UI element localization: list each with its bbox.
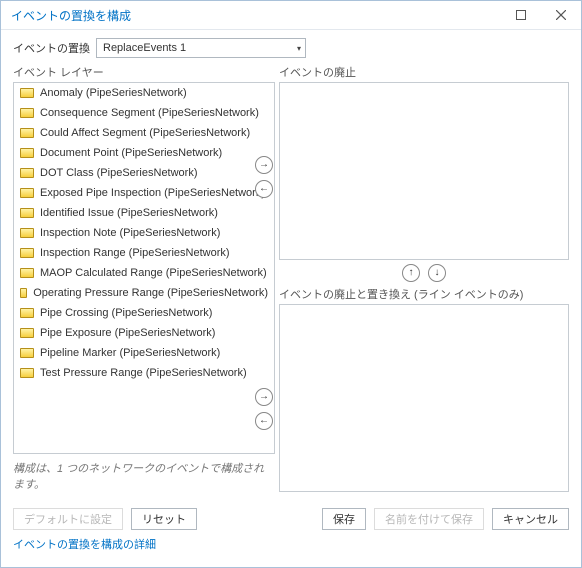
- title-bar: イベントの置換を構成: [1, 1, 581, 29]
- list-item-label: Document Point (PipeSeriesNetwork): [40, 147, 222, 159]
- list-item[interactable]: Pipeline Marker (PipeSeriesNetwork): [14, 343, 274, 363]
- list-item[interactable]: Test Pressure Range (PipeSeriesNetwork): [14, 363, 274, 383]
- replace-value: ReplaceEvents 1: [103, 42, 186, 54]
- move-right-bottom-button[interactable]: →: [255, 388, 273, 406]
- layer-icon: [20, 208, 34, 218]
- list-item[interactable]: Inspection Note (PipeSeriesNetwork): [14, 223, 274, 243]
- list-item[interactable]: MAOP Calculated Range (PipeSeriesNetwork…: [14, 263, 274, 283]
- list-item-label: Pipeline Marker (PipeSeriesNetwork): [40, 347, 220, 359]
- maximize-button[interactable]: [501, 1, 541, 29]
- layer-icon: [20, 268, 34, 278]
- list-item[interactable]: Pipe Crossing (PipeSeriesNetwork): [14, 303, 274, 323]
- layer-icon: [20, 368, 34, 378]
- cancel-button[interactable]: キャンセル: [492, 508, 569, 530]
- layer-icon: [20, 308, 34, 318]
- list-item-label: Pipe Exposure (PipeSeriesNetwork): [40, 327, 215, 339]
- move-left-top-button[interactable]: ←: [255, 180, 273, 198]
- list-item[interactable]: Could Affect Segment (PipeSeriesNetwork): [14, 123, 274, 143]
- layer-icon: [20, 88, 34, 98]
- list-item-label: DOT Class (PipeSeriesNetwork): [40, 167, 198, 179]
- list-item[interactable]: Consequence Segment (PipeSeriesNetwork): [14, 103, 274, 123]
- help-link[interactable]: イベントの置換を構成の詳細: [1, 534, 168, 560]
- group-label-layers: イベント レイヤー: [13, 64, 275, 80]
- move-up-button[interactable]: ↑: [402, 264, 420, 282]
- move-down-button[interactable]: ↓: [428, 264, 446, 282]
- retire-replace-list[interactable]: [279, 304, 569, 492]
- layer-icon: [20, 168, 34, 178]
- layer-icon: [20, 328, 34, 338]
- list-item-label: Anomaly (PipeSeriesNetwork): [40, 87, 187, 99]
- layer-icon: [20, 128, 34, 138]
- layer-icon: [20, 288, 27, 298]
- move-right-top-button[interactable]: →: [255, 156, 273, 174]
- group-label-retire: イベントの廃止: [279, 64, 569, 80]
- default-button: デフォルトに設定: [13, 508, 123, 530]
- list-item[interactable]: Anomaly (PipeSeriesNetwork): [14, 83, 274, 103]
- event-layers-list[interactable]: Anomaly (PipeSeriesNetwork) Consequence S…: [13, 82, 275, 454]
- config-note: 構成は、1 つのネットワークのイベントで構成されます。: [13, 460, 275, 492]
- list-item[interactable]: Document Point (PipeSeriesNetwork): [14, 143, 274, 163]
- reset-button[interactable]: リセット: [131, 508, 197, 530]
- list-item-label: Inspection Range (PipeSeriesNetwork): [40, 247, 230, 259]
- move-left-bottom-button[interactable]: ←: [255, 412, 273, 430]
- list-item[interactable]: DOT Class (PipeSeriesNetwork): [14, 163, 274, 183]
- list-item-label: Inspection Note (PipeSeriesNetwork): [40, 227, 220, 239]
- replace-dropdown[interactable]: ReplaceEvents 1 ▾: [96, 38, 306, 58]
- retire-list[interactable]: [279, 82, 569, 260]
- list-item[interactable]: Exposed Pipe Inspection (PipeSeriesNetwo…: [14, 183, 274, 203]
- layer-icon: [20, 348, 34, 358]
- layer-icon: [20, 188, 34, 198]
- list-item[interactable]: Pipe Exposure (PipeSeriesNetwork): [14, 323, 274, 343]
- window-title: イベントの置換を構成: [11, 7, 131, 24]
- list-item[interactable]: Identified Issue (PipeSeriesNetwork): [14, 203, 274, 223]
- list-item-label: Consequence Segment (PipeSeriesNetwork): [40, 107, 259, 119]
- save-button[interactable]: 保存: [322, 508, 366, 530]
- list-item-label: Test Pressure Range (PipeSeriesNetwork): [40, 367, 247, 379]
- layer-icon: [20, 108, 34, 118]
- list-item-label: Operating Pressure Range (PipeSeriesNetw…: [33, 287, 268, 299]
- layer-icon: [20, 148, 34, 158]
- list-item-label: Identified Issue (PipeSeriesNetwork): [40, 207, 218, 219]
- layer-icon: [20, 228, 34, 238]
- chevron-down-icon: ▾: [297, 44, 301, 53]
- list-item-label: Could Affect Segment (PipeSeriesNetwork): [40, 127, 250, 139]
- layer-icon: [20, 248, 34, 258]
- list-item[interactable]: Operating Pressure Range (PipeSeriesNetw…: [14, 283, 274, 303]
- list-item-label: Exposed Pipe Inspection (PipeSeriesNetwo…: [40, 187, 265, 199]
- save-as-button: 名前を付けて保存: [374, 508, 484, 530]
- list-item-label: Pipe Crossing (PipeSeriesNetwork): [40, 307, 212, 319]
- list-item[interactable]: Inspection Range (PipeSeriesNetwork): [14, 243, 274, 263]
- replace-label: イベントの置換: [13, 40, 90, 56]
- close-button[interactable]: [541, 1, 581, 29]
- list-item-label: MAOP Calculated Range (PipeSeriesNetwork…: [40, 267, 267, 279]
- group-label-retire-replace: イベントの廃止と置き換え (ライン イベントのみ): [279, 286, 569, 302]
